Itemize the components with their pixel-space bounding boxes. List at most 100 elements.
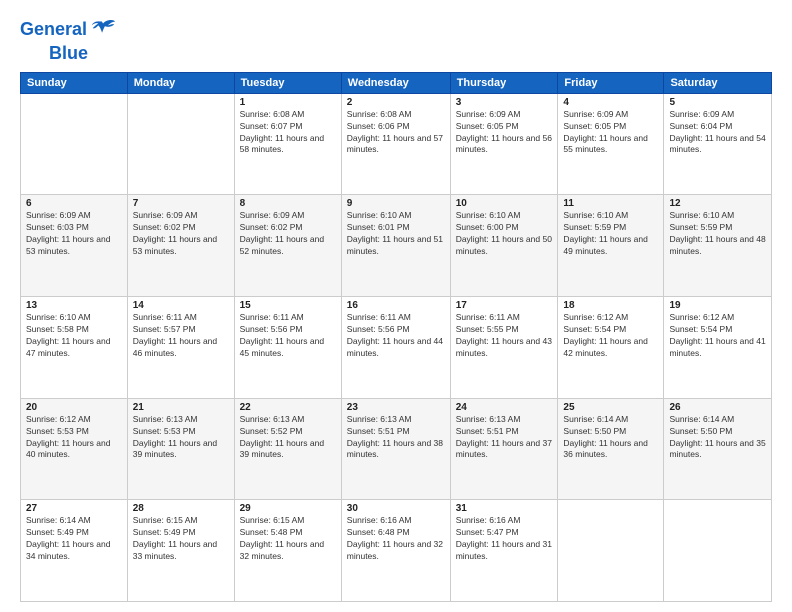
calendar-cell: 18Sunrise: 6:12 AMSunset: 5:54 PMDayligh…: [558, 297, 664, 399]
day-number: 5: [669, 97, 766, 108]
calendar-cell: 23Sunrise: 6:13 AMSunset: 5:51 PMDayligh…: [341, 398, 450, 500]
calendar-cell: 31Sunrise: 6:16 AMSunset: 5:47 PMDayligh…: [450, 500, 558, 602]
calendar-cell: 9Sunrise: 6:10 AMSunset: 6:01 PMDaylight…: [341, 195, 450, 297]
calendar-week-row: 1Sunrise: 6:08 AMSunset: 6:07 PMDaylight…: [21, 93, 772, 195]
day-number: 8: [240, 198, 336, 209]
day-info: Sunrise: 6:13 AMSunset: 5:51 PMDaylight:…: [456, 414, 553, 462]
day-number: 24: [456, 402, 553, 413]
day-info: Sunrise: 6:10 AMSunset: 5:59 PMDaylight:…: [669, 210, 766, 258]
logo-text: General: [20, 20, 87, 40]
day-info: Sunrise: 6:15 AMSunset: 5:49 PMDaylight:…: [133, 515, 229, 563]
day-number: 27: [26, 503, 122, 514]
day-number: 13: [26, 300, 122, 311]
day-number: 14: [133, 300, 229, 311]
day-info: Sunrise: 6:10 AMSunset: 5:59 PMDaylight:…: [563, 210, 658, 258]
calendar-cell: [127, 93, 234, 195]
calendar-cell: 4Sunrise: 6:09 AMSunset: 6:05 PMDaylight…: [558, 93, 664, 195]
day-number: 9: [347, 198, 445, 209]
day-info: Sunrise: 6:14 AMSunset: 5:50 PMDaylight:…: [563, 414, 658, 462]
calendar-cell: 5Sunrise: 6:09 AMSunset: 6:04 PMDaylight…: [664, 93, 772, 195]
day-number: 1: [240, 97, 336, 108]
calendar-cell: 27Sunrise: 6:14 AMSunset: 5:49 PMDayligh…: [21, 500, 128, 602]
calendar-week-row: 27Sunrise: 6:14 AMSunset: 5:49 PMDayligh…: [21, 500, 772, 602]
calendar-day-header: Sunday: [21, 72, 128, 93]
calendar-table: SundayMondayTuesdayWednesdayThursdayFrid…: [20, 72, 772, 602]
calendar-cell: 10Sunrise: 6:10 AMSunset: 6:00 PMDayligh…: [450, 195, 558, 297]
calendar-week-row: 6Sunrise: 6:09 AMSunset: 6:03 PMDaylight…: [21, 195, 772, 297]
calendar-day-header: Tuesday: [234, 72, 341, 93]
calendar-cell: [558, 500, 664, 602]
day-number: 26: [669, 402, 766, 413]
calendar-cell: 8Sunrise: 6:09 AMSunset: 6:02 PMDaylight…: [234, 195, 341, 297]
day-number: 30: [347, 503, 445, 514]
day-number: 11: [563, 198, 658, 209]
calendar-day-header: Monday: [127, 72, 234, 93]
calendar-cell: 19Sunrise: 6:12 AMSunset: 5:54 PMDayligh…: [664, 297, 772, 399]
day-info: Sunrise: 6:10 AMSunset: 5:58 PMDaylight:…: [26, 312, 122, 360]
day-number: 20: [26, 402, 122, 413]
calendar-cell: 3Sunrise: 6:09 AMSunset: 6:05 PMDaylight…: [450, 93, 558, 195]
day-number: 23: [347, 402, 445, 413]
day-info: Sunrise: 6:13 AMSunset: 5:52 PMDaylight:…: [240, 414, 336, 462]
day-info: Sunrise: 6:08 AMSunset: 6:06 PMDaylight:…: [347, 109, 445, 157]
day-number: 28: [133, 503, 229, 514]
day-number: 25: [563, 402, 658, 413]
day-number: 15: [240, 300, 336, 311]
day-info: Sunrise: 6:16 AMSunset: 5:47 PMDaylight:…: [456, 515, 553, 563]
calendar-cell: 22Sunrise: 6:13 AMSunset: 5:52 PMDayligh…: [234, 398, 341, 500]
calendar-cell: 2Sunrise: 6:08 AMSunset: 6:06 PMDaylight…: [341, 93, 450, 195]
day-number: 6: [26, 198, 122, 209]
day-number: 3: [456, 97, 553, 108]
day-info: Sunrise: 6:11 AMSunset: 5:57 PMDaylight:…: [133, 312, 229, 360]
day-info: Sunrise: 6:14 AMSunset: 5:50 PMDaylight:…: [669, 414, 766, 462]
day-info: Sunrise: 6:13 AMSunset: 5:53 PMDaylight:…: [133, 414, 229, 462]
logo: General Blue: [20, 16, 117, 64]
day-info: Sunrise: 6:15 AMSunset: 5:48 PMDaylight:…: [240, 515, 336, 563]
day-info: Sunrise: 6:09 AMSunset: 6:05 PMDaylight:…: [563, 109, 658, 157]
day-info: Sunrise: 6:16 AMSunset: 6:48 PMDaylight:…: [347, 515, 445, 563]
calendar-week-row: 20Sunrise: 6:12 AMSunset: 5:53 PMDayligh…: [21, 398, 772, 500]
day-number: 19: [669, 300, 766, 311]
day-info: Sunrise: 6:12 AMSunset: 5:54 PMDaylight:…: [563, 312, 658, 360]
day-info: Sunrise: 6:14 AMSunset: 5:49 PMDaylight:…: [26, 515, 122, 563]
day-info: Sunrise: 6:09 AMSunset: 6:02 PMDaylight:…: [133, 210, 229, 258]
day-number: 18: [563, 300, 658, 311]
calendar-header-row: SundayMondayTuesdayWednesdayThursdayFrid…: [21, 72, 772, 93]
logo-bird-icon: [89, 16, 117, 44]
calendar-cell: 24Sunrise: 6:13 AMSunset: 5:51 PMDayligh…: [450, 398, 558, 500]
day-info: Sunrise: 6:09 AMSunset: 6:05 PMDaylight:…: [456, 109, 553, 157]
calendar-cell: 13Sunrise: 6:10 AMSunset: 5:58 PMDayligh…: [21, 297, 128, 399]
calendar-cell: 28Sunrise: 6:15 AMSunset: 5:49 PMDayligh…: [127, 500, 234, 602]
day-info: Sunrise: 6:09 AMSunset: 6:04 PMDaylight:…: [669, 109, 766, 157]
calendar-cell: 14Sunrise: 6:11 AMSunset: 5:57 PMDayligh…: [127, 297, 234, 399]
calendar-cell: 1Sunrise: 6:08 AMSunset: 6:07 PMDaylight…: [234, 93, 341, 195]
page: General Blue SundayMondayTuesdayWednesda…: [0, 0, 792, 612]
header: General Blue: [20, 16, 772, 64]
day-number: 12: [669, 198, 766, 209]
day-info: Sunrise: 6:08 AMSunset: 6:07 PMDaylight:…: [240, 109, 336, 157]
day-info: Sunrise: 6:11 AMSunset: 5:55 PMDaylight:…: [456, 312, 553, 360]
calendar-cell: 26Sunrise: 6:14 AMSunset: 5:50 PMDayligh…: [664, 398, 772, 500]
calendar-day-header: Wednesday: [341, 72, 450, 93]
calendar-week-row: 13Sunrise: 6:10 AMSunset: 5:58 PMDayligh…: [21, 297, 772, 399]
calendar-cell: 29Sunrise: 6:15 AMSunset: 5:48 PMDayligh…: [234, 500, 341, 602]
day-info: Sunrise: 6:09 AMSunset: 6:03 PMDaylight:…: [26, 210, 122, 258]
calendar-day-header: Friday: [558, 72, 664, 93]
calendar-day-header: Thursday: [450, 72, 558, 93]
calendar-cell: 7Sunrise: 6:09 AMSunset: 6:02 PMDaylight…: [127, 195, 234, 297]
day-info: Sunrise: 6:11 AMSunset: 5:56 PMDaylight:…: [347, 312, 445, 360]
calendar-cell: 6Sunrise: 6:09 AMSunset: 6:03 PMDaylight…: [21, 195, 128, 297]
day-info: Sunrise: 6:11 AMSunset: 5:56 PMDaylight:…: [240, 312, 336, 360]
calendar-cell: 30Sunrise: 6:16 AMSunset: 6:48 PMDayligh…: [341, 500, 450, 602]
day-info: Sunrise: 6:12 AMSunset: 5:54 PMDaylight:…: [669, 312, 766, 360]
day-number: 7: [133, 198, 229, 209]
calendar-day-header: Saturday: [664, 72, 772, 93]
calendar-cell: [664, 500, 772, 602]
day-number: 21: [133, 402, 229, 413]
day-info: Sunrise: 6:12 AMSunset: 5:53 PMDaylight:…: [26, 414, 122, 462]
day-number: 17: [456, 300, 553, 311]
calendar-cell: 25Sunrise: 6:14 AMSunset: 5:50 PMDayligh…: [558, 398, 664, 500]
day-number: 31: [456, 503, 553, 514]
day-number: 22: [240, 402, 336, 413]
calendar-cell: 21Sunrise: 6:13 AMSunset: 5:53 PMDayligh…: [127, 398, 234, 500]
